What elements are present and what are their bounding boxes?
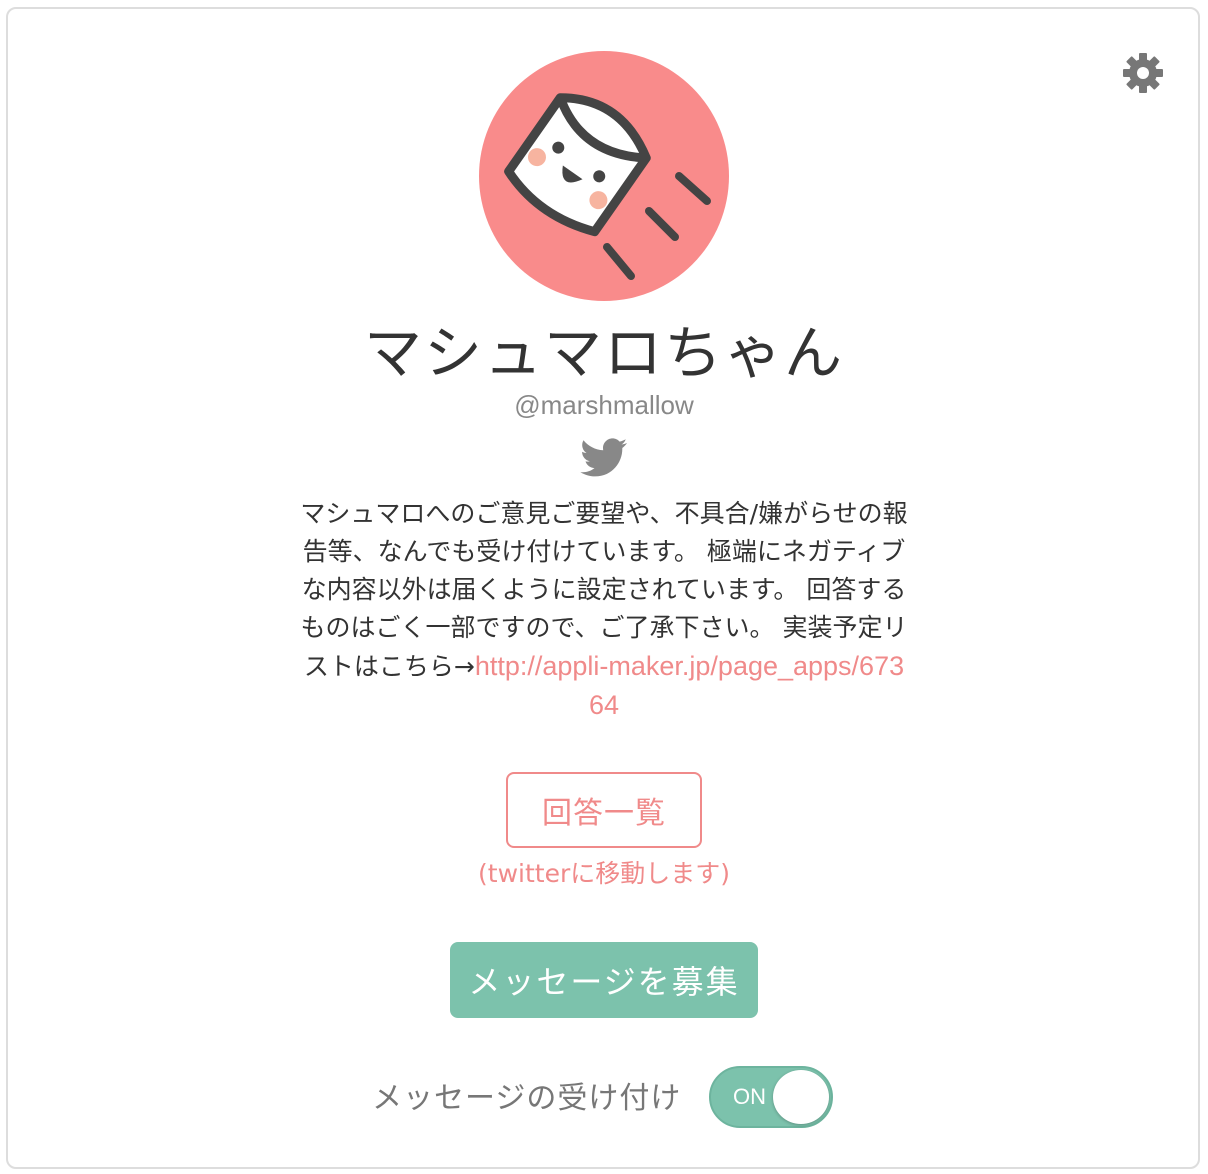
profile-bio: マシュマロへのご意見ご要望や、不具合/嫌がらせの報告等、なんでも受け付けています… — [300, 495, 908, 725]
bio-link[interactable]: http://appli-maker.jp/page_apps/67364 — [475, 651, 904, 720]
profile-name: マシュマロちゃん — [363, 319, 844, 387]
answers-list-button[interactable]: 回答一覧 — [506, 772, 702, 848]
profile-handle: @marshmallow — [514, 390, 694, 420]
avatar — [479, 51, 729, 301]
accept-messages-toggle[interactable]: ON — [709, 1066, 833, 1128]
twitter-bird-icon[interactable] — [580, 438, 628, 480]
answers-note: (twitterに移動します) — [478, 859, 730, 888]
gear-icon[interactable] — [1120, 50, 1166, 96]
recruit-messages-button[interactable]: メッセージを募集 — [450, 942, 758, 1018]
toggle-knob[interactable] — [773, 1070, 829, 1124]
toggle-state-label: ON — [733, 1084, 766, 1109]
accept-messages-label: メッセージの受け付け — [372, 1081, 682, 1116]
